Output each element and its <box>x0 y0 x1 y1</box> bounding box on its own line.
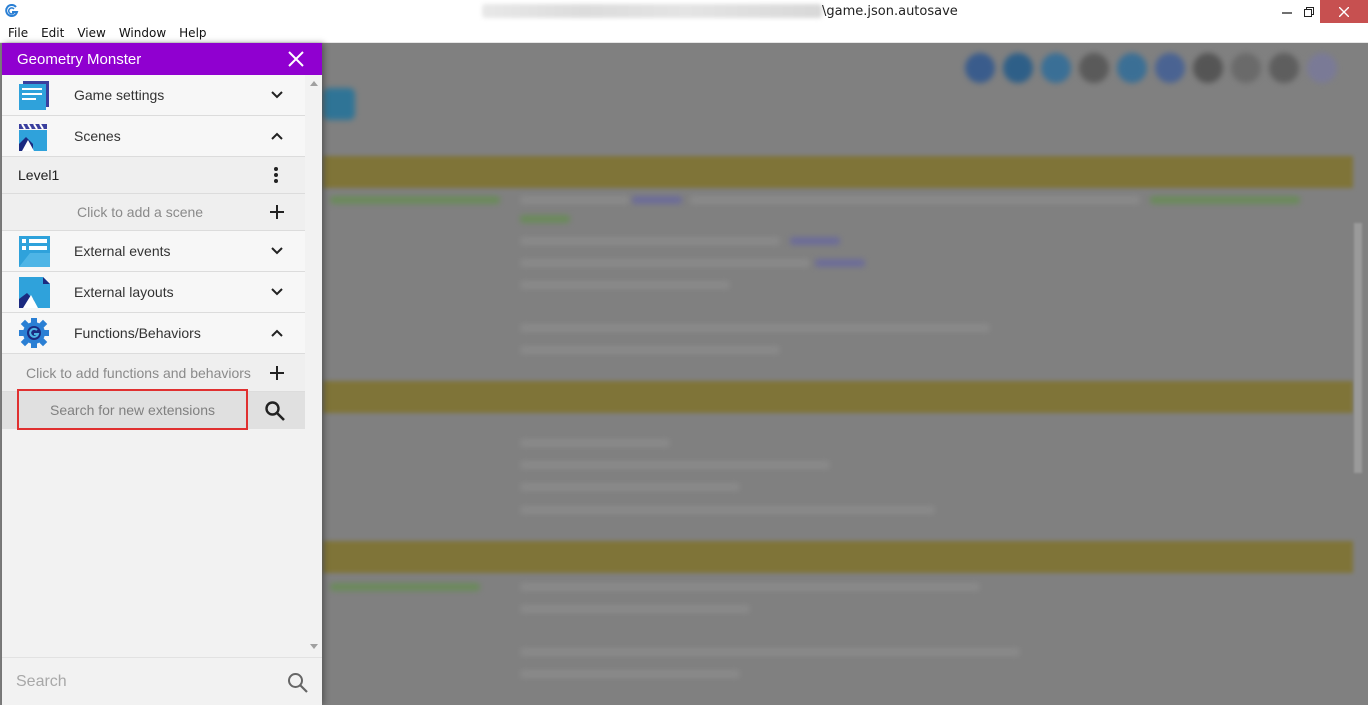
editor-toolbar-blurred <box>965 53 1337 83</box>
restore-icon <box>1304 6 1314 17</box>
add-functions-row[interactable]: Click to add functions and behaviors <box>2 354 305 392</box>
minimize-icon <box>1282 11 1292 14</box>
toolbar-icon-blurred <box>1079 53 1109 83</box>
drawer-header: Geometry Monster <box>2 43 322 75</box>
blurred-text <box>520 506 935 514</box>
blurred-text <box>520 281 730 289</box>
chevron-down-icon[interactable] <box>270 88 284 102</box>
plus-icon[interactable] <box>269 204 285 220</box>
functions-behaviors-icon <box>19 318 49 348</box>
event-group-band <box>323 541 1353 573</box>
toolbar-icon-blurred <box>1117 53 1147 83</box>
blurred-text <box>690 196 1140 204</box>
toolbar-icon-blurred <box>1003 53 1033 83</box>
chevron-down-icon[interactable] <box>270 244 284 258</box>
blurred-text <box>520 670 740 678</box>
section-label: Scenes <box>74 128 121 144</box>
scroll-down-arrow-icon[interactable] <box>310 644 318 649</box>
scene-name: Level1 <box>18 167 60 183</box>
blurred-text <box>520 648 1020 656</box>
chevron-up-icon[interactable] <box>270 326 284 340</box>
more-vert-icon[interactable] <box>273 166 279 184</box>
menu-file[interactable]: File <box>8 26 28 40</box>
extension-search-input[interactable] <box>17 389 248 430</box>
blurred-scrollbar <box>1354 223 1362 473</box>
close-icon[interactable] <box>286 49 306 69</box>
section-external-events[interactable]: External events <box>2 231 305 272</box>
section-label: External events <box>74 243 171 259</box>
search-icon[interactable] <box>264 400 286 422</box>
window-close-button[interactable] <box>1320 0 1368 23</box>
section-external-layouts[interactable]: External layouts <box>2 272 305 313</box>
window-title: \game.json.autosave <box>822 4 958 19</box>
blurred-text <box>520 215 570 223</box>
toolbar-icon-blurred <box>965 53 995 83</box>
blurred-text <box>520 461 830 469</box>
toolbar-icon-blurred <box>1269 53 1299 83</box>
menu-edit[interactable]: Edit <box>41 26 64 40</box>
blurred-text <box>520 583 980 591</box>
blurred-text <box>520 324 990 332</box>
section-scenes[interactable]: Scenes <box>2 116 305 157</box>
event-group-band <box>323 156 1353 188</box>
plus-icon[interactable] <box>269 365 285 381</box>
menu-bar: File Edit View Window Help <box>0 23 1368 43</box>
blurred-text <box>520 439 670 447</box>
toolbar-icon-blurred <box>1155 53 1185 83</box>
blurred-button <box>323 88 355 120</box>
blurred-text <box>520 483 740 491</box>
blurred-text <box>1150 196 1300 204</box>
close-icon <box>1339 6 1349 17</box>
blurred-text <box>520 196 630 204</box>
project-sections-list: Game settings Scenes Level1 Click to add… <box>2 75 305 650</box>
chevron-up-icon[interactable] <box>270 129 284 143</box>
toolbar-icon-blurred <box>1231 53 1261 83</box>
menu-window[interactable]: Window <box>119 26 166 40</box>
section-label: Functions/Behaviors <box>74 325 201 341</box>
event-group-band <box>323 381 1353 413</box>
toolbar-icon-blurred <box>1041 53 1071 83</box>
menu-help[interactable]: Help <box>179 26 206 40</box>
toolbar-icon-blurred <box>1307 53 1337 83</box>
section-label: External layouts <box>74 284 174 300</box>
add-scene-row[interactable]: Click to add a scene <box>2 194 305 231</box>
search-icon[interactable] <box>287 672 309 694</box>
blurred-text <box>330 196 500 204</box>
gdevelop-logo-icon <box>5 4 19 17</box>
blurred-text <box>790 237 840 245</box>
toolbar-icon-blurred <box>1193 53 1223 83</box>
project-title: Geometry Monster <box>17 50 142 68</box>
game-settings-icon <box>19 81 49 110</box>
blurred-text <box>520 259 810 267</box>
project-search-input[interactable] <box>16 668 276 696</box>
blurred-text <box>520 346 780 354</box>
blurred-text <box>815 259 865 267</box>
chevron-down-icon[interactable] <box>270 285 284 299</box>
external-layouts-icon <box>19 277 50 308</box>
section-label: Game settings <box>74 87 165 103</box>
add-functions-label: Click to add functions and behaviors <box>26 364 251 381</box>
drawer-scrollbar[interactable] <box>305 75 322 655</box>
scenes-icon <box>19 123 47 151</box>
extension-search-row <box>2 389 305 430</box>
window-titlebar: \game.json.autosave <box>0 0 1368 23</box>
section-game-settings[interactable]: Game settings <box>2 75 305 116</box>
blurred-text <box>520 237 780 245</box>
external-events-icon <box>19 236 50 267</box>
menu-view[interactable]: View <box>77 26 105 40</box>
scroll-up-arrow-icon[interactable] <box>310 81 318 86</box>
blurred-text <box>330 583 480 591</box>
project-search-bar <box>2 657 322 705</box>
blurred-text <box>632 196 682 204</box>
project-manager-drawer: Geometry Monster Game settings Scenes Le… <box>2 43 322 705</box>
section-functions-behaviors[interactable]: Functions/Behaviors <box>2 313 305 354</box>
scene-item-level1[interactable]: Level1 <box>2 157 305 194</box>
blurred-text <box>520 605 750 613</box>
window-title-path-blurred <box>482 4 822 18</box>
add-scene-label: Click to add a scene <box>77 204 204 220</box>
